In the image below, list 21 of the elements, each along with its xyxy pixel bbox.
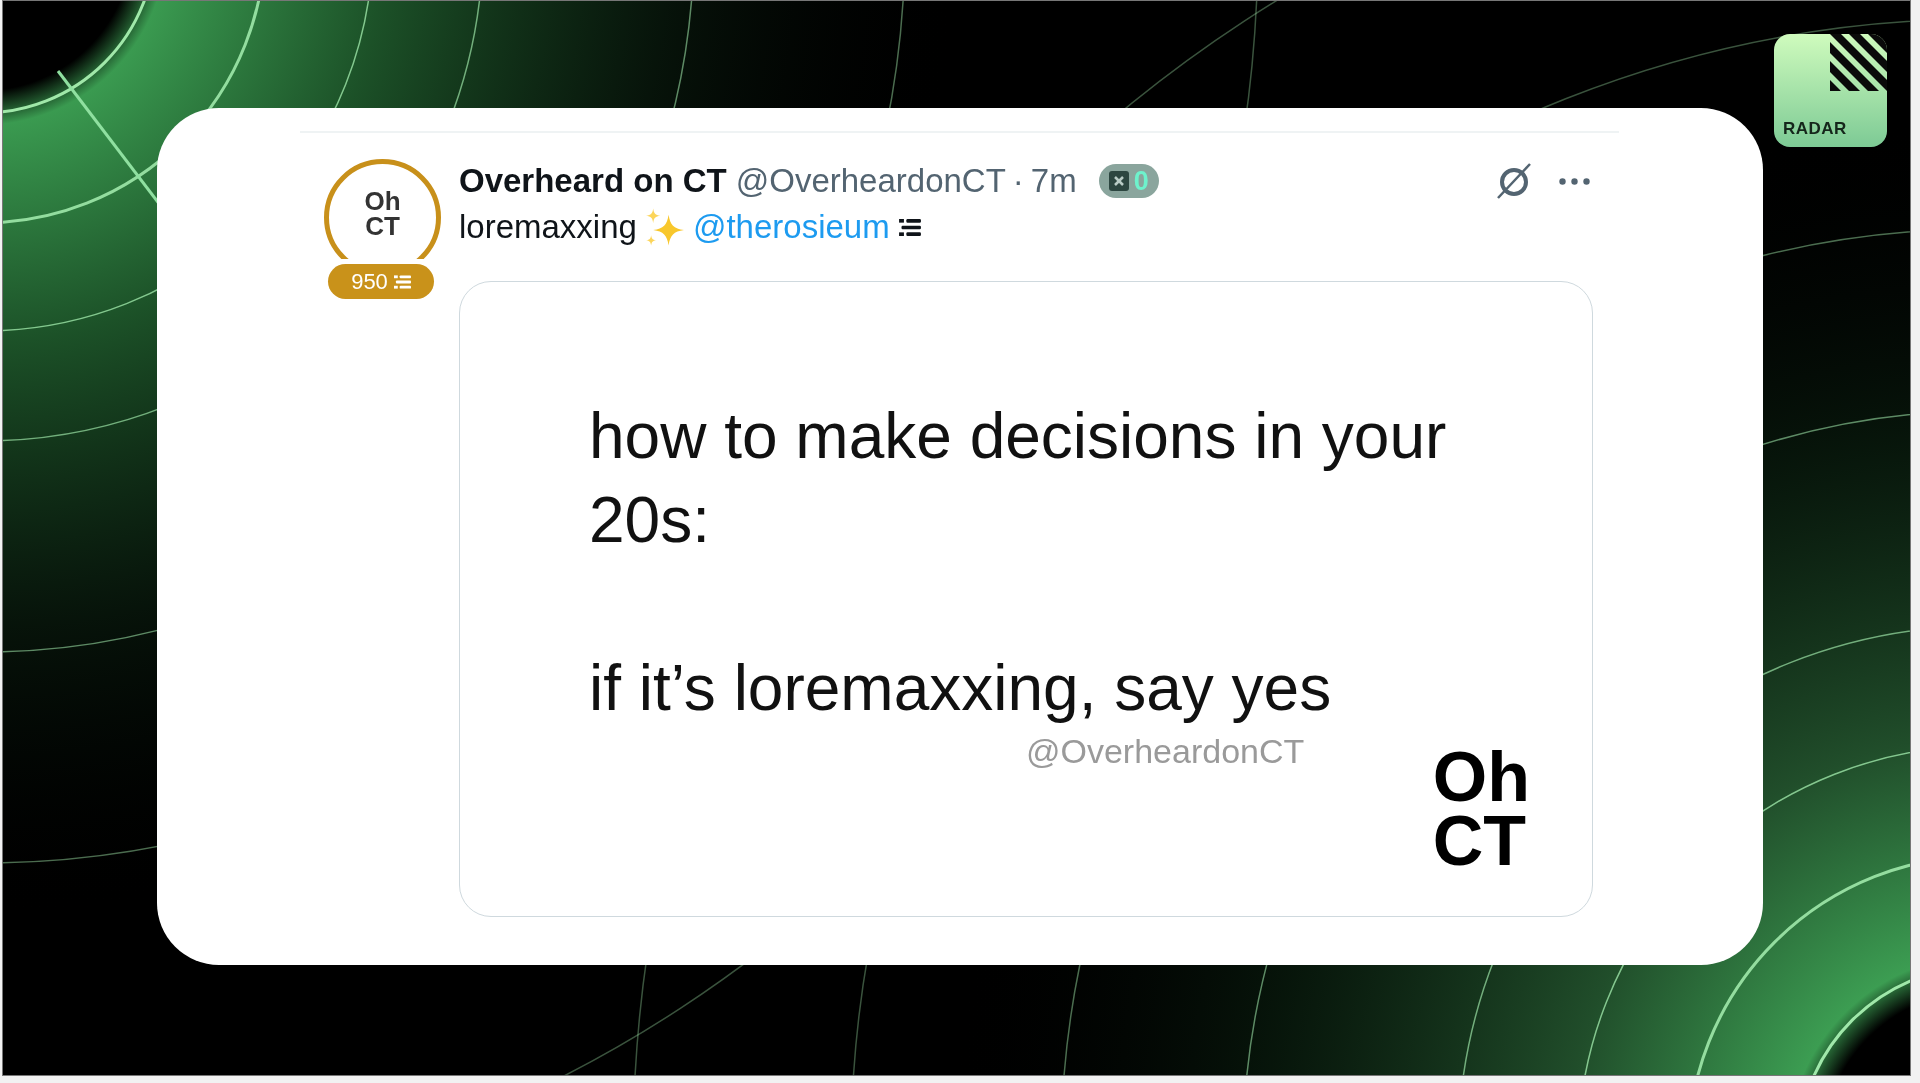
image-text: if it’s loremaxxing, say yes [589,651,1333,726]
image-text: how to make decisions in your 20s: [589,399,1448,558]
logo-text: Oh CT [1432,745,1530,873]
sparkle-icon [645,208,684,246]
author-handle[interactable]: @OverheardonCT [735,162,1006,200]
avatar[interactable]: Oh CT [324,159,441,259]
post-time[interactable]: 7m [1030,162,1077,200]
counter-value: 0 [1133,165,1149,197]
stripes-icon [1830,34,1887,91]
bars-icon [898,218,921,236]
separator: · [1012,162,1024,200]
watermark-text: @OverheardonCT [1026,734,1305,768]
cross-square-icon [1108,171,1129,191]
score-value: 950 [351,268,388,295]
bars-icon [393,274,411,289]
slashed-circle-icon[interactable] [1495,162,1533,200]
more-icon[interactable] [1559,177,1590,185]
logo-text: RADAR [1783,119,1848,139]
post-text: loremaxxing [459,208,637,246]
image-card[interactable]: how to make decisions in your 20s: if it’s loremaxxing, say yes @OverheardonCT Oh CT [459,281,1593,917]
author-name[interactable]: Overheard on CT [459,162,727,200]
